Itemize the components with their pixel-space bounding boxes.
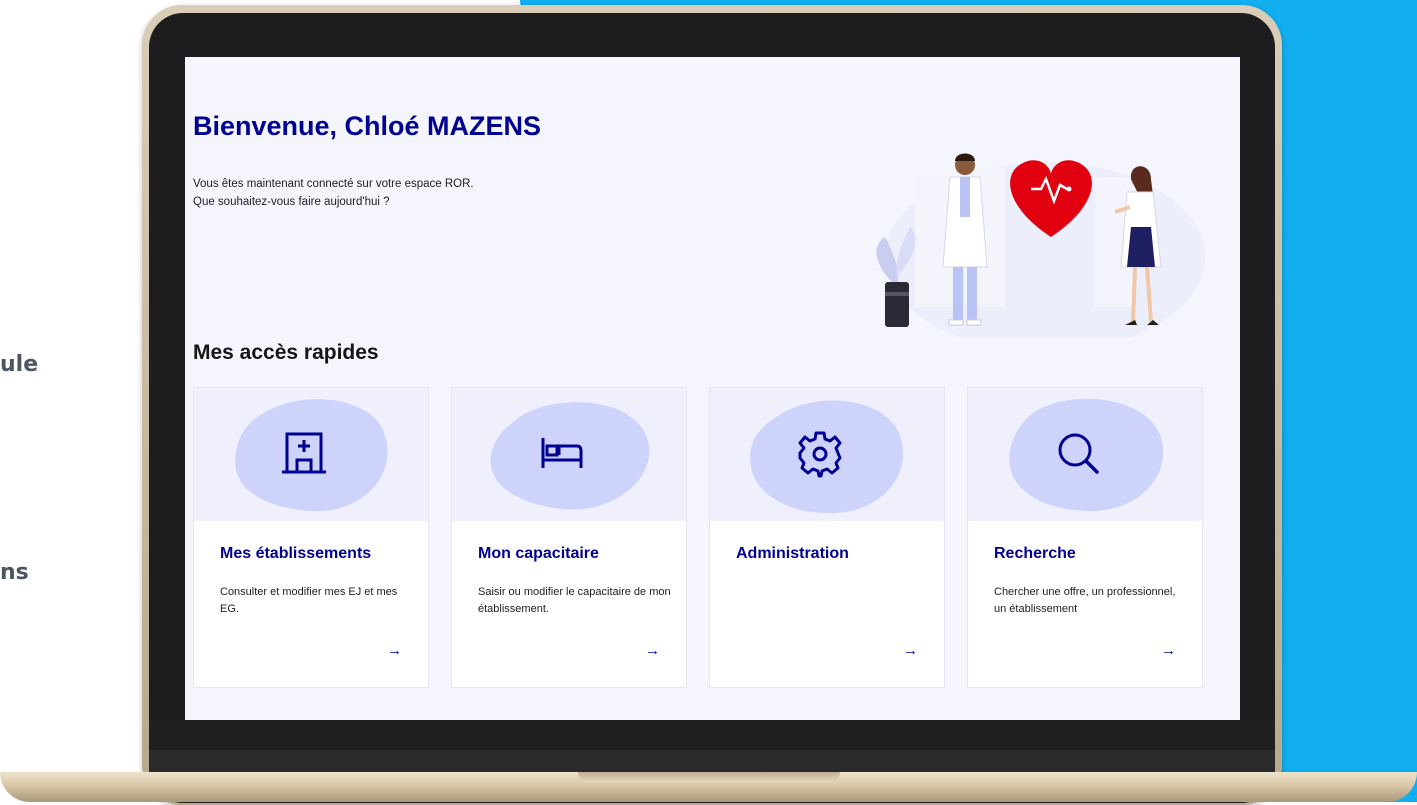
doctor-1-leg-r bbox=[967, 267, 977, 322]
side-label-2: ns bbox=[0, 560, 29, 585]
bezel-bottom bbox=[149, 720, 1275, 750]
card-illustration bbox=[710, 388, 944, 521]
card-mes-etablissements[interactable]: Mes établissements Consulter et modifier… bbox=[193, 387, 429, 688]
plant-pot-band bbox=[885, 292, 909, 296]
gear-icon bbox=[798, 431, 842, 478]
arrow-right-icon[interactable]: → bbox=[645, 642, 660, 659]
search-icon bbox=[1058, 433, 1099, 474]
doctor-1-hair bbox=[955, 153, 975, 161]
card-illustration bbox=[194, 388, 428, 521]
quick-access-heading: Mes accès rapides bbox=[193, 341, 379, 364]
welcome-line-2: Que souhaitez-vous faire aujourd'hui ? bbox=[193, 196, 390, 208]
card-administration[interactable]: Administration → bbox=[709, 387, 945, 688]
card-title: Recherche bbox=[994, 545, 1076, 562]
arrow-right-icon[interactable]: → bbox=[387, 642, 402, 659]
heartbeat-dot bbox=[1066, 186, 1072, 192]
card-title: Mon capacitaire bbox=[478, 545, 599, 562]
arrow-right-icon[interactable]: → bbox=[903, 642, 918, 659]
card-description: Chercher une offre, un professionnel, un… bbox=[994, 586, 1176, 615]
quick-access-cards: Mes établissements Consulter et modifier… bbox=[193, 387, 1203, 688]
page-title: Bienvenue, Chloé MAZENS bbox=[193, 111, 542, 141]
card-description: Consulter et modifier mes EJ et mes EG. bbox=[220, 586, 398, 615]
side-label-1: ule bbox=[0, 352, 39, 377]
laptop-notch bbox=[578, 772, 840, 782]
doctor-1-leg-l bbox=[953, 267, 963, 322]
doctor-1-shirt bbox=[960, 177, 970, 217]
doctor-1-shoe-l bbox=[948, 319, 964, 326]
card-description: Saisir ou modifier le capacitaire de mon… bbox=[478, 586, 671, 615]
doctor-1-shoe-r bbox=[966, 319, 982, 326]
app-screen: Bienvenue, Chloé MAZENS Vous êtes mainte… bbox=[185, 57, 1240, 720]
card-title: Administration bbox=[736, 545, 849, 562]
welcome-text: Vous êtes maintenant connecté sur votre … bbox=[193, 175, 474, 211]
card-mon-capacitaire[interactable]: Mon capacitaire Saisir ou modifier le ca… bbox=[451, 387, 687, 688]
hospital-building-icon bbox=[282, 432, 326, 474]
doctor-2-dress bbox=[1127, 227, 1155, 267]
doctors-heart-illustration bbox=[876, 153, 1205, 337]
bed-icon bbox=[541, 438, 583, 468]
doctor-2-leg-l bbox=[1131, 266, 1137, 323]
card-illustration bbox=[968, 388, 1202, 521]
card-title: Mes établissements bbox=[220, 545, 372, 562]
arrow-right-icon[interactable]: → bbox=[1161, 642, 1176, 659]
card-illustration bbox=[452, 388, 686, 521]
card-recherche[interactable]: Recherche Chercher une offre, un profess… bbox=[967, 387, 1203, 688]
welcome-line-1: Vous êtes maintenant connecté sur votre … bbox=[193, 178, 474, 190]
plant-pot bbox=[885, 282, 909, 327]
